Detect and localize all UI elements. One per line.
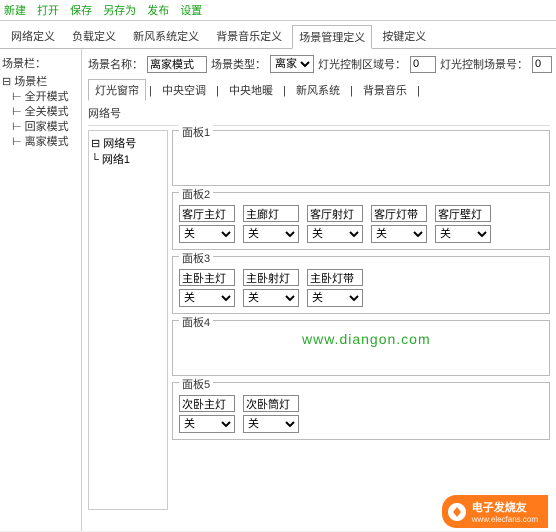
scene-type-label: 场景类型： — [211, 56, 266, 72]
load-name-input[interactable] — [243, 205, 299, 222]
panel-legend: 面板1 — [179, 124, 213, 140]
tab-bgmusic[interactable]: 背景音乐定义 — [209, 24, 289, 48]
scene-editor: 场景名称： 场景类型： 离家 灯光控制区域号： 灯光控制场景号： 灯光窗帘 | … — [82, 49, 556, 531]
network-label: 网络号 — [88, 105, 550, 121]
load-name-input[interactable] — [179, 395, 235, 412]
brand-name: 电子发烧友 — [472, 502, 527, 514]
tab-network[interactable]: 网络定义 — [4, 24, 62, 48]
load-name-input[interactable] — [243, 395, 299, 412]
light-zone-input[interactable] — [410, 56, 436, 73]
panel-group-2: 面板2 关 关 关 关 关 — [172, 192, 550, 250]
panel-legend: 面板2 — [179, 186, 213, 202]
tree-item[interactable]: ⊢ 回家模式 — [2, 120, 79, 135]
load-name-input[interactable] — [243, 269, 299, 286]
panel-legend: 面板5 — [179, 376, 213, 392]
load-name-input[interactable] — [307, 205, 363, 222]
brand-badge: 电子发烧友 www.elecfans.com — [442, 495, 548, 528]
tree-root[interactable]: ⊟ 场景栏 — [2, 75, 79, 90]
light-scene-label: 灯光控制场景号： — [440, 56, 528, 72]
load-name-input[interactable] — [371, 205, 427, 222]
sub-tabs: 灯光窗帘 | 中央空调 | 中央地暖 | 新风系统 | 背景音乐 | — [88, 79, 550, 101]
panel-group-4: 面板4 — [172, 320, 550, 376]
load-state-select[interactable]: 关 — [307, 289, 363, 307]
scene-name-input[interactable] — [147, 56, 207, 73]
light-scene-input[interactable] — [532, 56, 552, 73]
menu-saveas[interactable]: 另存为 — [103, 5, 136, 17]
subtab-music[interactable]: 背景音乐 — [356, 79, 414, 101]
panel-group-5: 面板5 关 关 — [172, 382, 550, 440]
panels-area: 面板1 面板2 关 关 关 关 关 面板3 — [172, 130, 550, 510]
scene-tree[interactable]: ⊟ 场景栏 ⊢ 全开模式 ⊢ 全关模式 ⊢ 回家模式 ⊢ 离家模式 — [2, 75, 79, 150]
sidebar-title: 场景栏： — [2, 55, 79, 71]
net-tree-item[interactable]: └ 网络1 — [91, 151, 165, 167]
load-name-input[interactable] — [179, 269, 235, 286]
menu-settings[interactable]: 设置 — [180, 5, 202, 17]
menu-bar: 新建 打开 保存 另存为 发布 设置 — [0, 0, 556, 21]
panel-group-3: 面板3 关 关 关 — [172, 256, 550, 314]
subtab-heating[interactable]: 中央地暖 — [222, 79, 280, 101]
scene-type-select[interactable]: 离家 — [270, 55, 314, 73]
panel-legend: 面板3 — [179, 250, 213, 266]
load-state-select[interactable]: 关 — [307, 225, 363, 243]
load-state-select[interactable]: 关 — [179, 225, 235, 243]
scene-name-label: 场景名称： — [88, 56, 143, 72]
tab-fresh-air[interactable]: 新风系统定义 — [126, 24, 206, 48]
network-tree[interactable]: ⊟ 网络号 └ 网络1 — [88, 130, 168, 510]
menu-publish[interactable]: 发布 — [147, 5, 169, 17]
tree-item[interactable]: ⊢ 全关模式 — [2, 105, 79, 120]
load-state-select[interactable]: 关 — [243, 415, 299, 433]
load-state-select[interactable]: 关 — [435, 225, 491, 243]
subtab-freshair[interactable]: 新风系统 — [289, 79, 347, 101]
tree-item[interactable]: ⊢ 离家模式 — [2, 135, 79, 150]
load-name-input[interactable] — [307, 269, 363, 286]
subtab-ac[interactable]: 中央空调 — [155, 79, 213, 101]
net-tree-root[interactable]: ⊟ 网络号 — [91, 135, 165, 151]
tab-load[interactable]: 负载定义 — [65, 24, 123, 48]
tab-scene-mgmt[interactable]: 场景管理定义 — [292, 25, 372, 49]
load-state-select[interactable]: 关 — [179, 289, 235, 307]
load-name-input[interactable] — [179, 205, 235, 222]
menu-save[interactable]: 保存 — [70, 5, 92, 17]
load-state-select[interactable]: 关 — [243, 289, 299, 307]
main-tabs: 网络定义 负载定义 新风系统定义 背景音乐定义 场景管理定义 按键定义 — [0, 21, 556, 49]
panel-legend: 面板4 — [179, 314, 213, 330]
brand-icon — [448, 503, 466, 521]
load-state-select[interactable]: 关 — [371, 225, 427, 243]
tab-keys[interactable]: 按键定义 — [375, 24, 433, 48]
tree-item[interactable]: ⊢ 全开模式 — [2, 90, 79, 105]
light-zone-label: 灯光控制区域号： — [318, 56, 406, 72]
brand-url: www.elecfans.com — [472, 515, 538, 524]
scene-sidebar: 场景栏： ⊟ 场景栏 ⊢ 全开模式 ⊢ 全关模式 ⊢ 回家模式 ⊢ 离家模式 — [0, 49, 82, 531]
subtab-light[interactable]: 灯光窗帘 — [88, 79, 146, 101]
load-state-select[interactable]: 关 — [179, 415, 235, 433]
load-name-input[interactable] — [435, 205, 491, 222]
load-state-select[interactable]: 关 — [243, 225, 299, 243]
panel-group-1: 面板1 — [172, 130, 550, 186]
menu-new[interactable]: 新建 — [4, 5, 26, 17]
menu-open[interactable]: 打开 — [37, 5, 59, 17]
